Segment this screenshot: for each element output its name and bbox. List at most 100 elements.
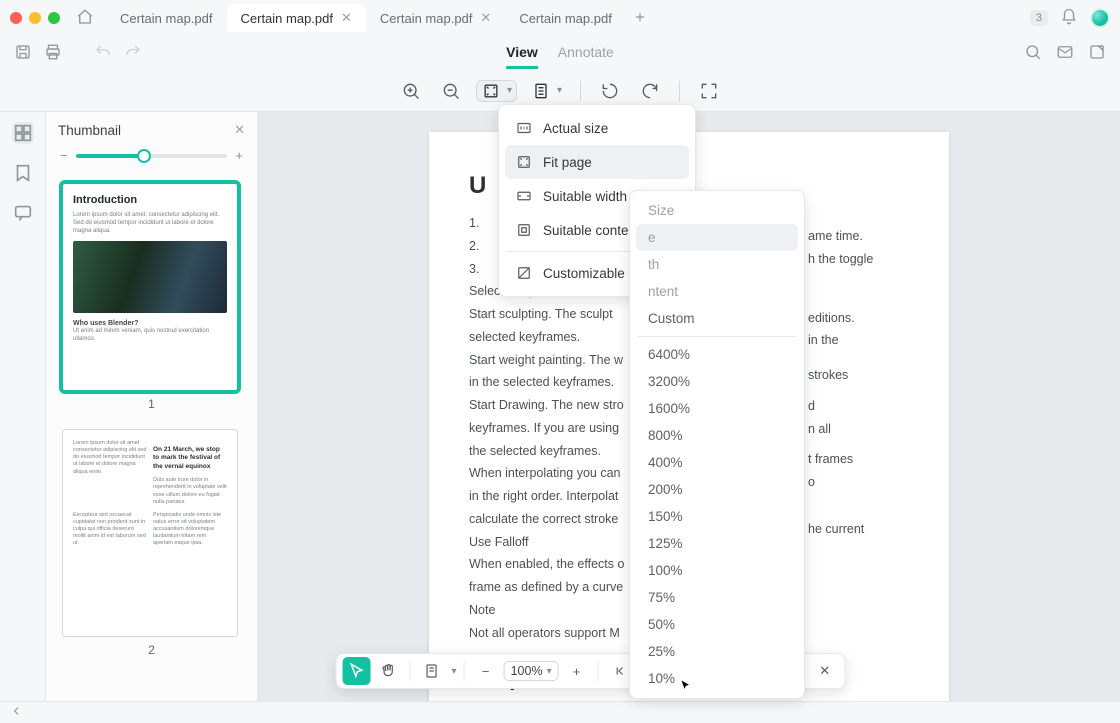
tab[interactable]: Certain map.pdf ✕ (227, 4, 366, 32)
zoom-menu-item[interactable]: 200% (636, 476, 798, 503)
left-rail (0, 112, 46, 701)
mail-icon[interactable] (1056, 43, 1074, 64)
thumb-page-number: 2 (62, 643, 241, 657)
thumb-subtitle: Who uses Blender? (73, 319, 227, 328)
fit-menu-item-actual-size[interactable]: Actual size (505, 111, 689, 145)
rotate-left-button[interactable] (595, 76, 625, 106)
fit-page-icon (515, 153, 533, 171)
zoom-menu-item[interactable]: 100% (636, 557, 798, 584)
zoom-in-button[interactable] (396, 76, 426, 106)
mode-tab-view[interactable]: View (506, 44, 538, 69)
avatar[interactable] (1090, 8, 1110, 28)
thumbnail-item[interactable]: Introduction Lorem ipsum dolor sit amet,… (62, 183, 241, 411)
zoom-menu-item[interactable]: 150% (636, 503, 798, 530)
close-bottom-toolbar-button[interactable]: ✕ (811, 657, 839, 685)
slider-track[interactable] (76, 154, 228, 158)
thumb-callout: On 21 March, we stop to mark the festiva… (153, 446, 227, 471)
collapse-sidebar-icon[interactable] (10, 704, 24, 721)
zoom-menu-item[interactable]: Size (636, 197, 798, 224)
bell-icon[interactable] (1060, 8, 1078, 29)
thumb-text: Ut enim ad minim veniam, quis nostrud ex… (73, 328, 227, 344)
tab[interactable]: Certain map.pdf ✕ (366, 4, 505, 32)
select-tool-button[interactable] (343, 657, 371, 685)
redo-icon[interactable] (124, 43, 142, 64)
titlebar: Certain map.pdf Certain map.pdf ✕ Certai… (0, 0, 1120, 36)
home-button[interactable] (76, 8, 94, 29)
thumbnail-item[interactable]: Lorem ipsum dolor sit amet consectetur a… (62, 429, 241, 657)
zoom-menu-item[interactable]: ntent (636, 278, 798, 305)
zoom-level-dropdown[interactable]: 100% ▾ (504, 661, 559, 681)
zoom-menu-item[interactable]: Custom (636, 305, 798, 332)
plus-icon[interactable]: + (235, 148, 243, 163)
zoom-menu-item[interactable]: 50% (636, 611, 798, 638)
fit-menu-item-fit-page[interactable]: Fit page (505, 145, 689, 179)
thumbnail-list: Introduction Lorem ipsum dolor sit amet,… (46, 173, 257, 701)
undo-icon[interactable] (94, 43, 112, 64)
notifications-badge[interactable]: 3 (1030, 10, 1048, 26)
minus-icon[interactable]: − (60, 148, 68, 163)
divider (679, 81, 680, 101)
chevron-down-icon: ▾ (507, 85, 512, 96)
rail-thumbnails-icon[interactable] (12, 122, 34, 144)
zoom-menu-item[interactable]: 1600% (636, 395, 798, 422)
tab[interactable]: Certain map.pdf (106, 4, 227, 32)
page-layout-button[interactable]: ▾ (527, 81, 566, 101)
zoom-out-mini-button[interactable]: − (472, 657, 500, 685)
zoom-menu-item[interactable]: 125% (636, 530, 798, 557)
minimize-window[interactable] (29, 12, 41, 24)
fit-menu-button[interactable]: ▾ (476, 80, 517, 102)
chevron-down-icon[interactable]: ▾ (452, 666, 457, 677)
close-tab-icon[interactable]: ✕ (480, 10, 491, 26)
thumb-intro-title: Introduction (73, 194, 227, 206)
rail-comments-icon[interactable] (12, 202, 34, 224)
fullscreen-button[interactable] (694, 76, 724, 106)
zoom-menu-item[interactable]: 75% (636, 584, 798, 611)
thumbnail-pane-title: Thumbnail (58, 123, 121, 138)
statusbar (0, 701, 1120, 723)
page-layout-mini-button[interactable] (418, 657, 446, 685)
save-icon[interactable] (14, 43, 32, 64)
new-tab-button[interactable] (626, 10, 654, 27)
window-controls (10, 12, 60, 24)
slider-handle[interactable] (137, 149, 151, 163)
zoom-menu-item[interactable]: 6400% (636, 341, 798, 368)
rail-bookmarks-icon[interactable] (12, 162, 34, 184)
maximize-window[interactable] (48, 12, 60, 24)
mode-tabs: View Annotate (506, 44, 614, 69)
divider (464, 661, 465, 681)
rotate-right-button[interactable] (635, 76, 665, 106)
zoom-menu-item[interactable]: 400% (636, 449, 798, 476)
zoom-menu-item[interactable]: th (636, 251, 798, 278)
search-icon[interactable] (1024, 43, 1042, 64)
hand-tool-button[interactable] (375, 657, 403, 685)
zoom-menu-item[interactable]: e (636, 224, 798, 251)
zoom-menu-item[interactable]: 25% (636, 638, 798, 665)
tab-title: Certain map.pdf (380, 11, 473, 26)
zoom-menu-item[interactable]: 10% (636, 665, 798, 692)
divider (580, 81, 581, 101)
close-window[interactable] (10, 12, 22, 24)
fit-width-icon (515, 187, 533, 205)
zoom-menu-item[interactable]: 3200% (636, 368, 798, 395)
share-icon[interactable] (1088, 43, 1106, 64)
titlebar-right: 3 (1030, 8, 1110, 29)
thumb-text: Lorem ipsum dolor sit amet consectetur a… (73, 440, 147, 506)
mode-tab-annotate[interactable]: Annotate (558, 44, 614, 69)
thumbnail-size-slider[interactable]: − + (46, 148, 257, 173)
zoom-menu-item[interactable]: 800% (636, 422, 798, 449)
thumb-page-number: 1 (62, 397, 241, 411)
thumbnail-pane: Thumbnail ✕ − + Introduction Lorem ipsum… (46, 112, 258, 701)
thumb-text: Lorem ipsum dolor sit amet, consectetur … (73, 212, 227, 235)
thumb-preview-image (73, 241, 227, 313)
zoom-out-button[interactable] (436, 76, 466, 106)
close-thumbnail-pane-icon[interactable]: ✕ (234, 122, 245, 138)
tab[interactable]: Certain map.pdf (505, 4, 626, 32)
chevron-down-icon: ▾ (557, 85, 562, 96)
close-tab-icon[interactable]: ✕ (341, 10, 352, 26)
zoom-in-mini-button[interactable]: + (563, 657, 591, 685)
tabstrip: Certain map.pdf Certain map.pdf ✕ Certai… (106, 4, 1022, 32)
one-to-one-icon (515, 119, 533, 137)
print-icon[interactable] (44, 43, 62, 64)
tab-title: Certain map.pdf (120, 11, 213, 26)
divider (410, 661, 411, 681)
